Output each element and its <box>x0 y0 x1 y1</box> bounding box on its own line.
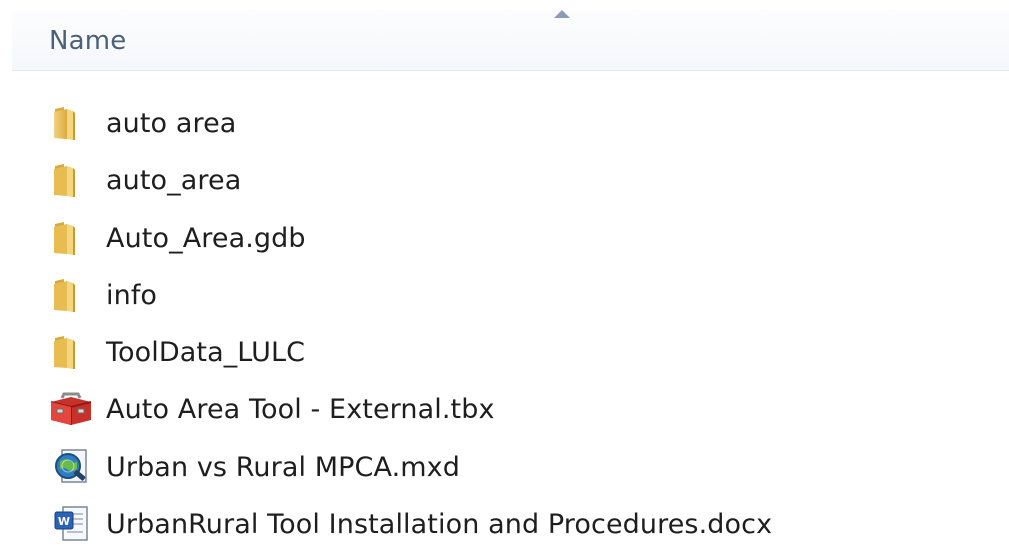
word-document-icon: W <box>48 501 94 547</box>
file-explorer-pane: Name auto area auto_area Auto_Area.gdb i… <box>0 0 1009 552</box>
folder-icon <box>48 157 94 203</box>
list-item-toolbox[interactable]: Auto Area Tool - External.tbx <box>48 385 978 433</box>
folder-icon <box>48 272 94 318</box>
folder-icon <box>48 100 94 146</box>
toolbox-icon <box>48 386 94 432</box>
list-item-document[interactable]: Urban vs Rural MPCA.mxd <box>48 443 978 491</box>
list-item-folder[interactable]: auto area <box>48 99 978 147</box>
arcmap-document-icon <box>48 444 94 490</box>
list-item-document[interactable]: W UrbanRural Tool Installation and Proce… <box>48 500 978 548</box>
name-column-header[interactable]: Name <box>12 10 1009 71</box>
file-name: UrbanRural Tool Installation and Procedu… <box>106 508 773 540</box>
sort-ascending-icon <box>554 10 570 18</box>
file-name: auto area <box>106 107 237 139</box>
name-column-label: Name <box>49 26 127 56</box>
file-name: ToolData_LULC <box>106 336 306 368</box>
list-item-folder[interactable]: info <box>48 271 978 319</box>
file-name: auto_area <box>106 164 242 196</box>
file-name: Auto Area Tool - External.tbx <box>106 393 495 425</box>
svg-text:W: W <box>58 515 70 528</box>
folder-icon <box>48 215 94 261</box>
file-name: Urban vs Rural MPCA.mxd <box>106 451 460 483</box>
list-item-folder[interactable]: Auto_Area.gdb <box>48 214 978 262</box>
file-name: Auto_Area.gdb <box>106 222 306 254</box>
list-item-folder[interactable]: auto_area <box>48 156 978 204</box>
file-name: info <box>106 279 158 311</box>
list-item-folder[interactable]: ToolData_LULC <box>48 328 978 376</box>
folder-icon <box>48 329 94 375</box>
